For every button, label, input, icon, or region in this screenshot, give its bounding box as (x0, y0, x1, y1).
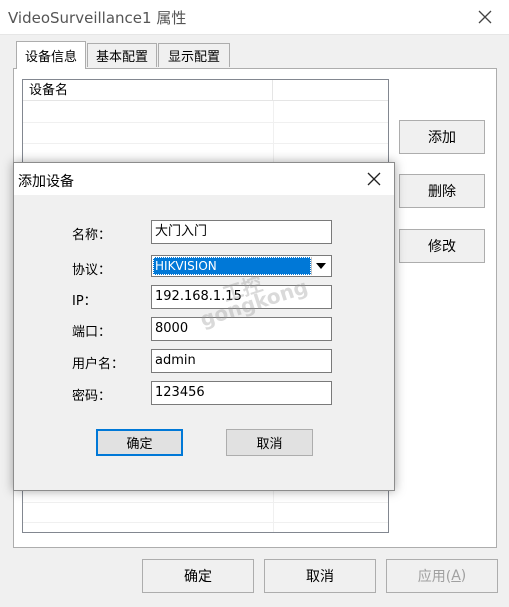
device-list-header: 设备名 (23, 80, 388, 101)
ip-label: IP： (72, 294, 97, 309)
window-close-button[interactable] (470, 2, 500, 32)
name-label: 名称： (72, 228, 112, 243)
tab-device-info-label: 设备信息 (24, 50, 77, 65)
dialog-title-bar: 添加设备 (14, 163, 394, 195)
port-field[interactable]: 8000 (151, 317, 332, 341)
protocol-selected-value: HIKVISION (153, 257, 311, 275)
username-field[interactable]: admin (151, 349, 332, 373)
dialog-title: 添加设备 (18, 174, 74, 190)
name-field[interactable]: 大门入门 (151, 220, 332, 244)
list-row-line (23, 502, 388, 503)
window-title: VideoSurveillance1 属性 (8, 9, 187, 27)
column-header-2[interactable] (273, 80, 388, 101)
tab-device-info[interactable]: 设备信息 (16, 41, 86, 69)
tab-basic-config[interactable]: 基本配置 (87, 43, 157, 67)
window-title-bar: VideoSurveillance1 属性 (0, 0, 509, 34)
list-row-line (23, 143, 388, 144)
port-label: 端口： (72, 325, 112, 340)
ok-button[interactable]: 确定 (142, 559, 254, 593)
apply-button[interactable]: 应用(A) (386, 559, 498, 593)
add-button[interactable]: 添加 (399, 120, 485, 154)
modify-button[interactable]: 修改 (399, 229, 485, 263)
dialog-close-button[interactable] (359, 164, 389, 194)
delete-button[interactable]: 删除 (399, 174, 485, 208)
tab-display-config-label: 显示配置 (167, 50, 220, 65)
chevron-down-icon (316, 263, 326, 269)
password-label: 密码： (72, 389, 112, 404)
column-header-device-name[interactable]: 设备名 (23, 80, 273, 101)
close-icon (478, 10, 492, 24)
add-device-dialog: 添加设备 名称： 大门入门 协议： HIKVISION IP： 192.168.… (13, 162, 395, 491)
tab-basic-config-label: 基本配置 (95, 50, 148, 65)
tab-display-config[interactable]: 显示配置 (158, 43, 230, 67)
dropdown-arrow[interactable] (311, 257, 330, 275)
protocol-label: 协议： (72, 263, 112, 278)
cancel-button[interactable]: 取消 (264, 559, 376, 593)
username-label: 用户名： (72, 357, 125, 372)
dialog-ok-button[interactable]: 确定 (96, 429, 183, 456)
password-field[interactable]: 123456 (151, 381, 332, 405)
dialog-cancel-button[interactable]: 取消 (226, 429, 313, 456)
list-row-line (23, 522, 388, 523)
close-icon (367, 172, 381, 186)
list-row-line (23, 122, 388, 123)
